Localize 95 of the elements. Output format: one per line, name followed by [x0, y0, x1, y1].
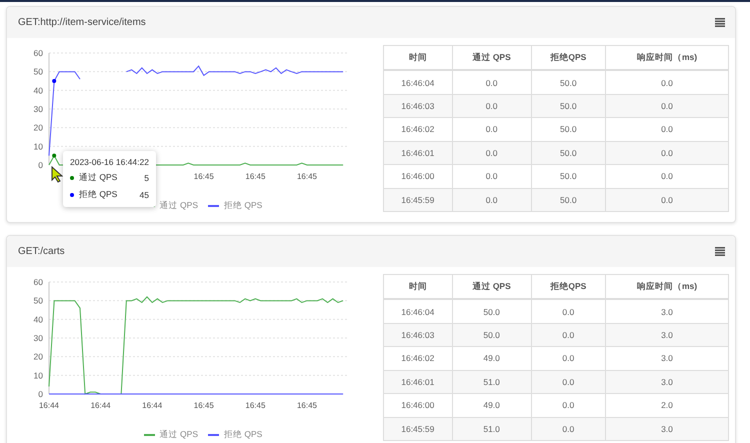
- panel-title: GET:http://item-service/items: [18, 17, 146, 28]
- column-header: 拒绝QPS: [531, 274, 606, 300]
- column-header: 通过 QPS: [452, 274, 532, 300]
- table-cell: 0.0: [531, 323, 606, 347]
- table-cell: 50.0: [531, 188, 606, 212]
- axis-tick-label: 0: [38, 160, 43, 170]
- axis-tick-label: 16:44: [38, 401, 60, 410]
- legend-label[interactable]: 拒绝 QPS: [224, 429, 262, 441]
- table-cell: 16:46:02: [384, 118, 452, 142]
- table-cell: 16:46:01: [384, 141, 452, 165]
- table-cell: 49.0: [452, 394, 532, 418]
- table-cell: 0.0: [452, 118, 532, 142]
- table-cell: 16:45:59: [384, 188, 452, 212]
- axis-tick-label: 60: [34, 277, 43, 287]
- column-header: 响应时间（ms): [606, 274, 728, 300]
- axis-tick-label: 50: [34, 296, 43, 306]
- table-cell: 0.0: [452, 70, 532, 94]
- table-cell: 0.0: [531, 299, 606, 324]
- table-cell: 0.0: [452, 188, 532, 212]
- axis-tick-label: 10: [34, 370, 43, 380]
- table-cell: 50.0: [452, 299, 532, 324]
- tooltip-label: 拒绝 QPS: [79, 189, 118, 201]
- axis-tick-label: 20: [34, 122, 43, 133]
- table-cell: 16:46:03: [384, 94, 452, 118]
- table-cell: 3.0: [606, 346, 728, 370]
- table-cell: 3.0: [606, 417, 728, 440]
- table-cell: 3.0: [606, 370, 728, 394]
- menu-icon[interactable]: [715, 18, 725, 27]
- data-point: [52, 79, 56, 83]
- axis-tick-label: 50: [34, 66, 43, 77]
- legend-label[interactable]: 拒绝 QPS: [224, 200, 262, 212]
- menu-icon[interactable]: [715, 247, 725, 256]
- axis-tick-label: 30: [34, 104, 43, 114]
- table-cell: 50.0: [452, 323, 532, 347]
- axis-tick-label: 30: [34, 333, 43, 343]
- table-cell: 16:45:59: [384, 417, 452, 440]
- axis-tick-label: 10: [34, 141, 43, 152]
- table-cell: 50.0: [531, 118, 606, 142]
- column-header: 时间: [384, 274, 452, 300]
- table-cell: 50.0: [531, 164, 606, 188]
- tooltip-value: 5: [144, 173, 149, 183]
- table-cell: 0.0: [606, 70, 728, 94]
- table-cell: 2.0: [606, 394, 728, 418]
- panel-title: GET:/carts: [18, 246, 65, 257]
- table-cell: 51.0: [452, 370, 532, 394]
- table-cell: 0.0: [606, 141, 728, 165]
- table-cell: 0.0: [606, 188, 728, 212]
- table-cell: 0.0: [606, 94, 728, 118]
- axis-tick-label: 16:45: [245, 172, 266, 181]
- table-cell: 0.0: [606, 118, 728, 142]
- table-cell: 0.0: [606, 164, 728, 188]
- table-cell: 0.0: [452, 94, 532, 118]
- legend-label[interactable]: 通过 QPS: [160, 429, 198, 441]
- table-cell: 0.0: [531, 346, 606, 370]
- table-cell: 0.0: [452, 141, 532, 165]
- axis-tick-label: 60: [34, 48, 43, 58]
- axis-tick-label: 16:45: [194, 401, 214, 410]
- axis-tick-label: 16:45: [296, 172, 318, 181]
- tooltip-label: 通过 QPS: [79, 172, 118, 184]
- axis-tick-label: 16:45: [194, 172, 214, 181]
- tooltip-title: 2023-06-16 16:44:22: [70, 157, 149, 167]
- legend-label[interactable]: 通过 QPS: [160, 200, 198, 212]
- table-cell: 0.0: [452, 164, 532, 188]
- column-header: 拒绝QPS: [531, 46, 606, 70]
- table-cell: 49.0: [452, 346, 532, 370]
- table-cell: 0.0: [531, 370, 606, 394]
- table-cell: 16:46:04: [384, 70, 452, 94]
- column-header: 通过 QPS: [452, 46, 532, 70]
- axis-tick-label: 0: [38, 389, 43, 399]
- table-cell: 51.0: [452, 417, 532, 440]
- table-cell: 0.0: [531, 394, 606, 418]
- table-cell: 50.0: [531, 141, 606, 165]
- axis-tick-label: 20: [34, 352, 43, 362]
- table-cell: 16:46:04: [384, 299, 452, 324]
- table-cell: 3.0: [606, 299, 728, 324]
- table-cell: 16:46:02: [384, 346, 452, 370]
- axis-tick-label: 16:44: [90, 401, 111, 410]
- axis-tick-label: 40: [34, 314, 43, 324]
- table-cell: 16:46:00: [384, 394, 452, 418]
- axis-tick-label: 16:44: [142, 401, 162, 410]
- tooltip-value: 45: [139, 190, 149, 200]
- axis-tick-label: 16:45: [296, 401, 318, 410]
- data-point: [52, 154, 56, 158]
- table-cell: 16:46:01: [384, 370, 452, 394]
- table-cell: 50.0: [531, 94, 606, 118]
- table-cell: 3.0: [606, 323, 728, 347]
- table-cell: 50.0: [531, 70, 606, 94]
- axis-tick-label: 40: [34, 85, 43, 96]
- table-cell: 16:46:00: [384, 164, 452, 188]
- axis-tick-label: 16:45: [245, 401, 266, 410]
- table-cell: 16:46:03: [384, 323, 452, 347]
- column-header: 时间: [384, 46, 452, 70]
- cursor-icon: [51, 166, 63, 183]
- table-cell: 0.0: [531, 417, 606, 440]
- column-header: 响应时间（ms): [606, 46, 728, 70]
